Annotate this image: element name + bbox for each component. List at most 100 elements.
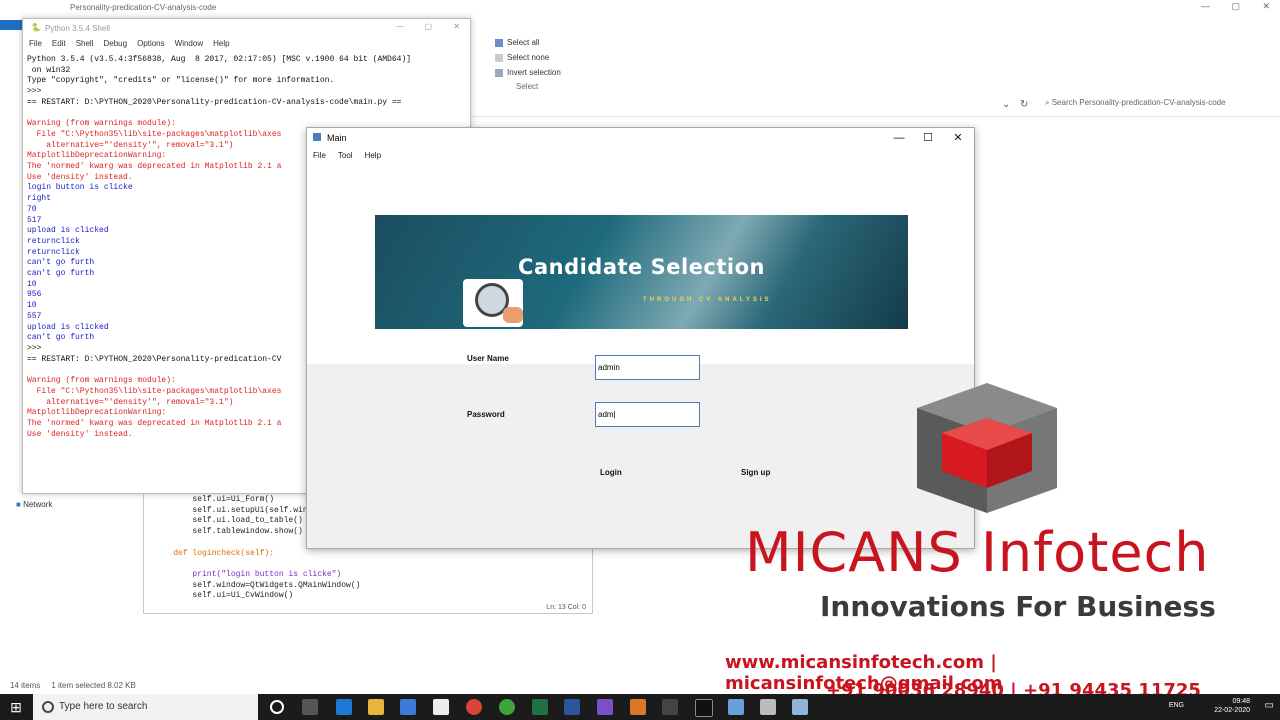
password-input[interactable]: [595, 402, 700, 427]
explorer-statusbar: 14 items 1 item selected 8.02 KB: [10, 681, 136, 690]
menu-item-tool[interactable]: Tool: [338, 151, 353, 160]
shell-line: on win32: [27, 65, 71, 75]
app-gray-icon[interactable]: [760, 699, 776, 715]
select-all-icon: [495, 38, 503, 47]
login-button[interactable]: Login: [600, 468, 622, 477]
explorer-maximize-button[interactable]: ▢: [1231, 1, 1240, 12]
status-selected: 1 item selected 8.02 KB: [51, 681, 136, 690]
select-none-button[interactable]: Select none: [495, 53, 549, 62]
shell-line: Type "copyright", "credits" or "license(…: [27, 76, 335, 86]
main-title: Main: [327, 133, 347, 143]
password-label: Password: [467, 410, 505, 419]
hand-icon: [503, 307, 523, 323]
shell-menu-file[interactable]: File: [29, 39, 42, 48]
shell-menu-window[interactable]: Window: [175, 39, 203, 48]
shell-title: Python 3.5.4 Shell: [45, 24, 110, 33]
close-button[interactable]: ✕: [944, 130, 972, 146]
app-orange-icon[interactable]: [630, 699, 646, 715]
shell-menu-debug[interactable]: Debug: [103, 39, 127, 48]
refresh-icon[interactable]: ↻: [1020, 99, 1028, 110]
file-explorer-icon[interactable]: [368, 699, 384, 715]
main-menubar: File Tool Help: [307, 148, 974, 164]
sidebar-item-network[interactable]: ■ Network: [16, 500, 52, 509]
shell-maximize-button[interactable]: ▢: [424, 22, 432, 31]
code-line: print("login button is clicke"): [154, 569, 342, 579]
shell-line: >>>: [27, 87, 47, 97]
explorer-ribbon: Select all Select none Invert selection …: [470, 30, 1280, 92]
shell-menubar: File Edit Shell Debug Options Window Help: [23, 39, 470, 53]
notification-icon[interactable]: ▭: [1265, 700, 1274, 711]
shell-line: == RESTART: D:\PYTHON_2020\Personality-p…: [27, 97, 402, 107]
maximize-button[interactable]: ☐: [914, 130, 942, 146]
mail-icon[interactable]: [433, 699, 449, 715]
excel-icon[interactable]: [532, 699, 548, 715]
menu-item-help[interactable]: Help: [365, 151, 381, 160]
select-none-icon: [495, 53, 503, 62]
explorer-minimize-button[interactable]: —: [1201, 1, 1210, 11]
store-icon[interactable]: [400, 699, 416, 715]
code-line: def logincheck(self):: [154, 548, 275, 558]
minimize-button[interactable]: —: [885, 130, 913, 146]
app-icon: [313, 133, 321, 141]
magnifier-illustration: [463, 279, 523, 327]
clock-date: 22-02-2020: [1214, 707, 1250, 714]
brand-tagline: Innovations For Business: [820, 590, 1216, 623]
shell-menu-help[interactable]: Help: [213, 39, 229, 48]
shell-close-button[interactable]: ✕: [453, 22, 460, 31]
python-idle-icon[interactable]: [728, 699, 744, 715]
explorer-close-button[interactable]: ✕: [1262, 1, 1270, 12]
task-view-icon[interactable]: [302, 699, 318, 715]
visual-studio-icon[interactable]: [597, 699, 613, 715]
search-icon: [42, 701, 54, 713]
edge-icon[interactable]: [336, 699, 352, 715]
explorer-search-input[interactable]: ⌕ Search Personality-predication-CV-anal…: [1045, 98, 1275, 114]
shell-titlebar: 🐍 Python 3.5.4 Shell — ▢ ✕: [23, 19, 470, 37]
cube-logo-icon: [917, 383, 1057, 513]
brand-name: MICANS Infotech: [745, 521, 1210, 584]
taskbar: ⊞ Type here to search ENG 09:48 22-02-20…: [0, 694, 1280, 720]
status-item-count: 14 items: [10, 681, 41, 690]
terminal-icon[interactable]: [695, 699, 713, 717]
python-icon: 🐍: [31, 23, 41, 32]
explorer-search-placeholder: Search Personality-predication-CV-analys…: [1051, 98, 1226, 107]
network-icon: ■: [16, 500, 21, 509]
menu-item-file[interactable]: File: [313, 151, 326, 160]
language-indicator[interactable]: ENG: [1169, 702, 1184, 709]
app-green-icon[interactable]: [499, 699, 515, 715]
signup-button[interactable]: Sign up: [741, 468, 770, 477]
word-icon[interactable]: [564, 699, 580, 715]
chevron-down-icon[interactable]: ⌄: [1002, 99, 1010, 110]
code-line: self.window=QtWidgets.QMainWindow(): [154, 580, 361, 590]
invert-selection-icon: [495, 68, 503, 77]
shell-minimize-button[interactable]: —: [396, 22, 404, 31]
shell-menu-edit[interactable]: Edit: [52, 39, 66, 48]
select-all-button[interactable]: Select all: [495, 38, 539, 47]
candidate-selection-banner: Candidate Selection THROUGH CV ANALYSIS: [375, 215, 908, 329]
clock-time: 09:48: [1232, 698, 1250, 705]
chrome-icon[interactable]: [466, 699, 482, 715]
start-button[interactable]: ⊞: [0, 694, 32, 720]
main-window[interactable]: Main — ☐ ✕ File Tool Help Candidate Select…: [306, 127, 975, 549]
banner-title: Candidate Selection: [518, 255, 765, 279]
banner-subtitle: THROUGH CV ANALYSIS: [643, 297, 772, 303]
username-input[interactable]: [595, 355, 700, 380]
shell-menu-shell[interactable]: Shell: [76, 39, 94, 48]
main-app-icon[interactable]: [792, 699, 808, 715]
app-window-icon[interactable]: [662, 699, 678, 715]
cube-blocks: [917, 383, 1057, 513]
shell-line: Python 3.5.4 (v3.5.4:3f56838, Aug 8 2017…: [27, 55, 412, 64]
search-icon: ⌕: [1045, 98, 1052, 107]
taskbar-search-input[interactable]: Type here to search: [33, 694, 258, 720]
explorer-titlebar: Personality-predication-CV-analysis-code…: [0, 0, 1280, 18]
clock[interactable]: 09:48 22-02-2020: [1214, 697, 1250, 715]
invert-selection-button[interactable]: Invert selection: [495, 68, 561, 77]
shell-menu-options[interactable]: Options: [137, 39, 165, 48]
cortana-icon[interactable]: [270, 700, 284, 714]
main-titlebar: Main — ☐ ✕: [307, 128, 974, 148]
ribbon-group-label: Select: [516, 82, 539, 91]
code-line: self.ui=Ui_CvWindow(): [154, 591, 294, 601]
editor-status: Ln: 13 Col: 0: [546, 604, 586, 611]
explorer-title: Personality-predication-CV-analysis-code: [70, 3, 217, 12]
